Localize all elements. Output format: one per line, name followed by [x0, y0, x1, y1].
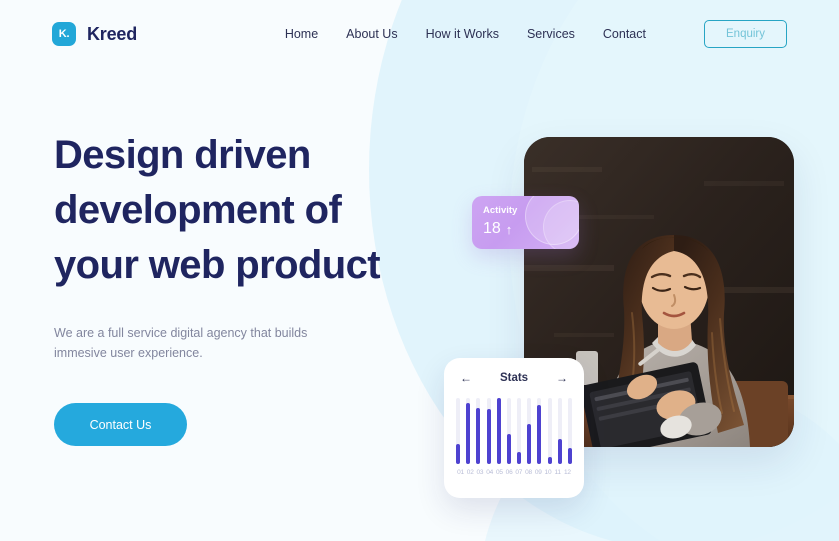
- stats-card-title: Stats: [499, 372, 529, 384]
- bar-fill: [476, 407, 481, 464]
- chart-x-label: 11: [554, 469, 562, 476]
- bar-fill: [567, 447, 572, 464]
- brand-name: Kreed: [87, 23, 138, 44]
- bar-track[interactable]: [456, 398, 460, 464]
- nav-link-services[interactable]: Services: [527, 27, 575, 41]
- stats-card: ← Stats → 01 02 03 04 05 06 07 08 09 10 11 12: [444, 358, 584, 498]
- bar-fill: [547, 457, 552, 464]
- enquiry-button[interactable]: Enquiry: [704, 20, 787, 48]
- arrow-left-icon[interactable]: ←: [460, 372, 472, 384]
- bar-track[interactable]: [466, 398, 471, 464]
- hero-subheadline-line-2: immesive user experience.: [54, 346, 203, 360]
- nav-link-home[interactable]: Home: [285, 27, 318, 41]
- bar-track[interactable]: [527, 398, 532, 464]
- bar-fill: [537, 404, 542, 464]
- activity-value: 18: [483, 220, 501, 237]
- chart-x-label: 06: [505, 469, 513, 476]
- brand-logo[interactable]: K. Kreed: [52, 22, 137, 46]
- bar-fill: [527, 424, 532, 464]
- chart-x-label: 09: [534, 469, 542, 476]
- main-navigation: Home About Us How it Works Services Cont…: [285, 20, 787, 48]
- contact-us-button[interactable]: Contact Us: [54, 403, 187, 446]
- landing-page: K. Kreed Home About Us How it Works Serv…: [0, 0, 839, 541]
- bar-track[interactable]: [517, 398, 522, 464]
- bar-track[interactable]: [486, 398, 491, 464]
- site-header: K. Kreed Home About Us How it Works Serv…: [0, 0, 839, 68]
- bar-fill: [517, 452, 522, 464]
- bar-fill: [506, 434, 511, 464]
- activity-card[interactable]: Activity 18 ↑: [472, 196, 579, 249]
- bar-track[interactable]: [506, 398, 511, 464]
- nav-link-how-it-works[interactable]: How it Works: [426, 27, 499, 41]
- chart-x-label: 02: [466, 469, 474, 476]
- hero-subheadline-line-1: We are a full service digital agency tha…: [54, 326, 308, 340]
- bar-track[interactable]: [567, 398, 572, 464]
- hero-text-block: Design driven development of your web pr…: [54, 128, 474, 446]
- chart-x-label: 03: [476, 469, 484, 476]
- activity-label: Activity: [483, 205, 518, 216]
- arrow-up-icon: ↑: [505, 221, 513, 237]
- brand-mark-icon: K.: [52, 22, 76, 46]
- hero-headline-line-1: Design driven: [54, 133, 311, 177]
- hero-headline-line-2: development of: [54, 188, 342, 232]
- chart-x-label: 01: [457, 469, 464, 476]
- hero-headline-line-3: your web product: [54, 243, 381, 287]
- chart-x-label: 08: [525, 469, 532, 476]
- bar-track[interactable]: [547, 398, 552, 464]
- bar-fill: [557, 438, 562, 464]
- chart-x-label: 04: [486, 469, 494, 476]
- hero-subheadline: We are a full service digital agency tha…: [54, 323, 324, 363]
- chart-x-label: 07: [515, 469, 523, 476]
- bar-fill: [456, 444, 460, 464]
- stats-bar-chart: [456, 398, 572, 464]
- bar-track[interactable]: [557, 398, 562, 464]
- chart-x-label: 05: [495, 469, 503, 476]
- hero-headline: Design driven development of your web pr…: [54, 128, 474, 293]
- stats-bar-chart-labels: 01 02 03 04 05 06 07 08 09 10 11 12: [456, 469, 572, 476]
- bar-fill: [466, 403, 471, 464]
- arrow-right-icon[interactable]: →: [556, 372, 568, 384]
- nav-link-contact[interactable]: Contact: [603, 27, 646, 41]
- bar-track[interactable]: [537, 398, 542, 464]
- chart-x-label: 10: [544, 469, 552, 476]
- stats-card-header: ← Stats →: [456, 372, 572, 384]
- bar-fill: [496, 398, 501, 464]
- bar-track[interactable]: [496, 398, 501, 464]
- chart-x-label: 12: [563, 469, 571, 476]
- bar-fill: [486, 408, 491, 464]
- nav-link-about-us[interactable]: About Us: [346, 27, 397, 41]
- activity-value-row: 18 ↑: [483, 220, 512, 238]
- bar-track[interactable]: [476, 398, 481, 464]
